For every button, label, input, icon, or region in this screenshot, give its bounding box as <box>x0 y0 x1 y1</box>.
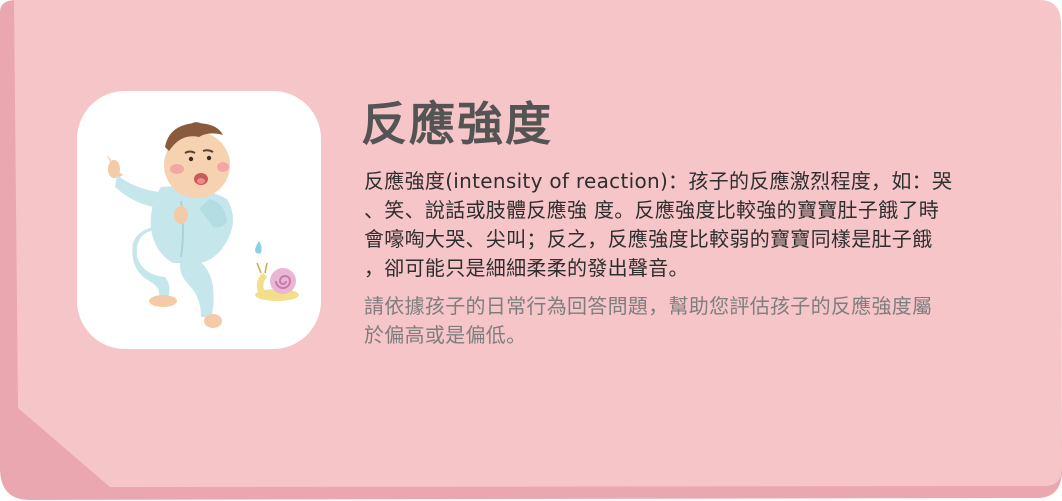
illustration-frame <box>77 91 321 349</box>
page-title: 反應強度 <box>361 97 553 151</box>
instruction-text: 請依據孩子的日常行為回答問題，幫助您評估孩子的反應強度屬 於偏高或是偏低。 <box>364 294 933 347</box>
reaction-intensity-card-page: 反應強度 反應強度(intensity of reaction)：孩子的反應激烈… <box>0 0 1062 501</box>
description-text: 反應強度(intensity of reaction)：孩子的反應激烈程度，如：… <box>364 169 953 280</box>
crying-baby-with-snail-icon <box>107 122 299 328</box>
